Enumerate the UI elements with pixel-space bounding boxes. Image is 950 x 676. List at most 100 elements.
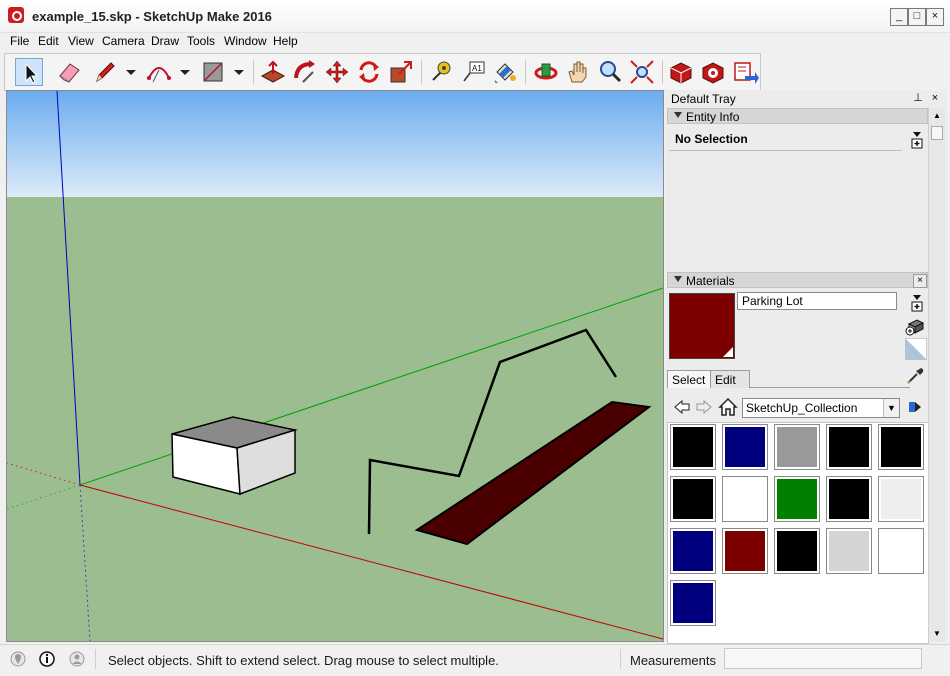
material-swatch[interactable]: [826, 528, 872, 574]
menu-tools[interactable]: Tools: [184, 33, 218, 49]
default-tray: Default Tray ⊥ × Entity Info No Selectio…: [665, 90, 947, 644]
material-swatch[interactable]: [670, 528, 716, 574]
tape-measure-icon: [432, 61, 451, 81]
back-arrow-icon[interactable]: [673, 398, 691, 416]
shape-tools-dropdown[interactable]: [232, 62, 246, 82]
pan-tool[interactable]: [564, 58, 592, 86]
chevron-down-icon[interactable]: ▼: [883, 399, 899, 417]
status-bar: Select objects. Shift to extend select. …: [0, 644, 950, 676]
model-viewport[interactable]: [6, 90, 664, 642]
paint-bucket-tool[interactable]: [491, 58, 519, 86]
material-swatch[interactable]: [670, 476, 716, 522]
credits-info-icon[interactable]: [39, 651, 55, 667]
collection-dropdown[interactable]: SketchUp_Collection ▼: [742, 398, 900, 418]
toggle-secondary-pane-icon[interactable]: [907, 293, 927, 313]
material-swatch[interactable]: [722, 528, 768, 574]
sky: [7, 91, 663, 197]
default-material-icon[interactable]: [904, 337, 928, 361]
material-swatch[interactable]: [878, 424, 924, 470]
material-swatch[interactable]: [826, 476, 872, 522]
3d-warehouse-tool[interactable]: [667, 58, 695, 86]
tape-measure-tool[interactable]: [427, 58, 455, 86]
scroll-down-icon[interactable]: ▼: [931, 628, 943, 640]
toolbar-separator: [662, 60, 663, 84]
menu-file[interactable]: File: [7, 33, 32, 49]
details-arrow-icon[interactable]: [906, 398, 924, 416]
line-tools-dropdown[interactable]: [124, 62, 138, 82]
material-swatch[interactable]: [878, 476, 924, 522]
tab-edit[interactable]: Edit: [710, 370, 750, 388]
minimize-icon[interactable]: _: [890, 8, 908, 26]
tray-title: Default Tray: [671, 92, 736, 106]
menu-camera[interactable]: Camera: [99, 33, 148, 49]
scale-tool[interactable]: [387, 58, 415, 86]
share-model-tool[interactable]: [731, 58, 759, 86]
material-swatch[interactable]: [774, 476, 820, 522]
scroll-thumb[interactable]: [931, 126, 943, 140]
toggle-details-icon[interactable]: [907, 130, 927, 150]
rotate-tool[interactable]: [355, 58, 383, 86]
chevron-down-icon: [126, 70, 136, 75]
eyedropper-icon[interactable]: [905, 366, 925, 386]
home-icon[interactable]: [718, 397, 738, 417]
forward-arrow-icon[interactable]: [695, 398, 713, 416]
arc-tools-dropdown[interactable]: [178, 62, 192, 82]
select-tool[interactable]: [15, 58, 43, 86]
status-message: Select objects. Shift to extend select. …: [108, 653, 499, 668]
push-pull-icon: [260, 60, 286, 83]
scale-icon: [390, 61, 412, 83]
rotate-icon: [359, 61, 379, 83]
extension-warehouse-tool[interactable]: [699, 58, 727, 86]
close-icon[interactable]: ×: [913, 274, 927, 288]
menu-view[interactable]: View: [65, 33, 97, 49]
close-icon[interactable]: ×: [926, 8, 944, 26]
menu-edit[interactable]: Edit: [35, 33, 62, 49]
material-swatch[interactable]: [774, 528, 820, 574]
create-material-icon[interactable]: [905, 316, 925, 336]
divider: [620, 649, 621, 669]
material-swatch[interactable]: [878, 528, 924, 574]
move-tool[interactable]: [323, 58, 351, 86]
tray-scrollbar[interactable]: ▲ ▼: [928, 108, 945, 642]
large-tool-set-toolbar: A1: [4, 53, 761, 91]
rectangle-tool[interactable]: [199, 58, 227, 86]
material-swatch[interactable]: [774, 424, 820, 470]
toolbar-separator: [525, 60, 526, 84]
zoom-extents-tool[interactable]: [628, 58, 656, 86]
follow-me-tool[interactable]: [291, 58, 319, 86]
eraser-tool[interactable]: [55, 58, 83, 86]
geo-location-icon[interactable]: [10, 651, 26, 667]
text-tool[interactable]: A1: [459, 58, 487, 86]
material-swatch[interactable]: [722, 424, 768, 470]
material-swatch[interactable]: [670, 580, 716, 626]
push-pull-tool[interactable]: [259, 58, 287, 86]
tab-baseline: [750, 387, 910, 388]
pin-icon[interactable]: ⊥: [911, 91, 925, 105]
entity-info-header[interactable]: Entity Info: [667, 108, 928, 124]
zoom-tool[interactable]: [596, 58, 624, 86]
scroll-up-icon[interactable]: ▲: [931, 110, 943, 122]
menu-draw[interactable]: Draw: [148, 33, 182, 49]
tab-select[interactable]: Select: [667, 370, 711, 388]
material-swatch[interactable]: [826, 424, 872, 470]
swatch-color: [881, 479, 921, 519]
pencil-line-tool[interactable]: [91, 58, 119, 86]
account-icon[interactable]: [69, 651, 85, 667]
measurements-input[interactable]: [724, 648, 922, 669]
materials-header[interactable]: Materials ×: [667, 272, 928, 288]
material-name-field[interactable]: Parking Lot: [737, 292, 897, 310]
maximize-icon[interactable]: □: [908, 8, 926, 26]
close-icon[interactable]: ×: [928, 91, 942, 105]
share-icon: [734, 62, 759, 84]
material-swatch[interactable]: [670, 424, 716, 470]
menu-help[interactable]: Help: [270, 33, 301, 49]
material-swatch[interactable]: [722, 476, 768, 522]
follow-me-icon: [294, 60, 315, 83]
material-preview[interactable]: [669, 293, 735, 359]
menu-window[interactable]: Window: [221, 33, 270, 49]
arc-tool[interactable]: [145, 58, 173, 86]
swatch-color: [673, 583, 713, 623]
window-title: example_15.skp - SketchUp Make 2016: [32, 9, 272, 24]
orbit-tool[interactable]: [532, 58, 560, 86]
swatch-color: [881, 531, 921, 571]
